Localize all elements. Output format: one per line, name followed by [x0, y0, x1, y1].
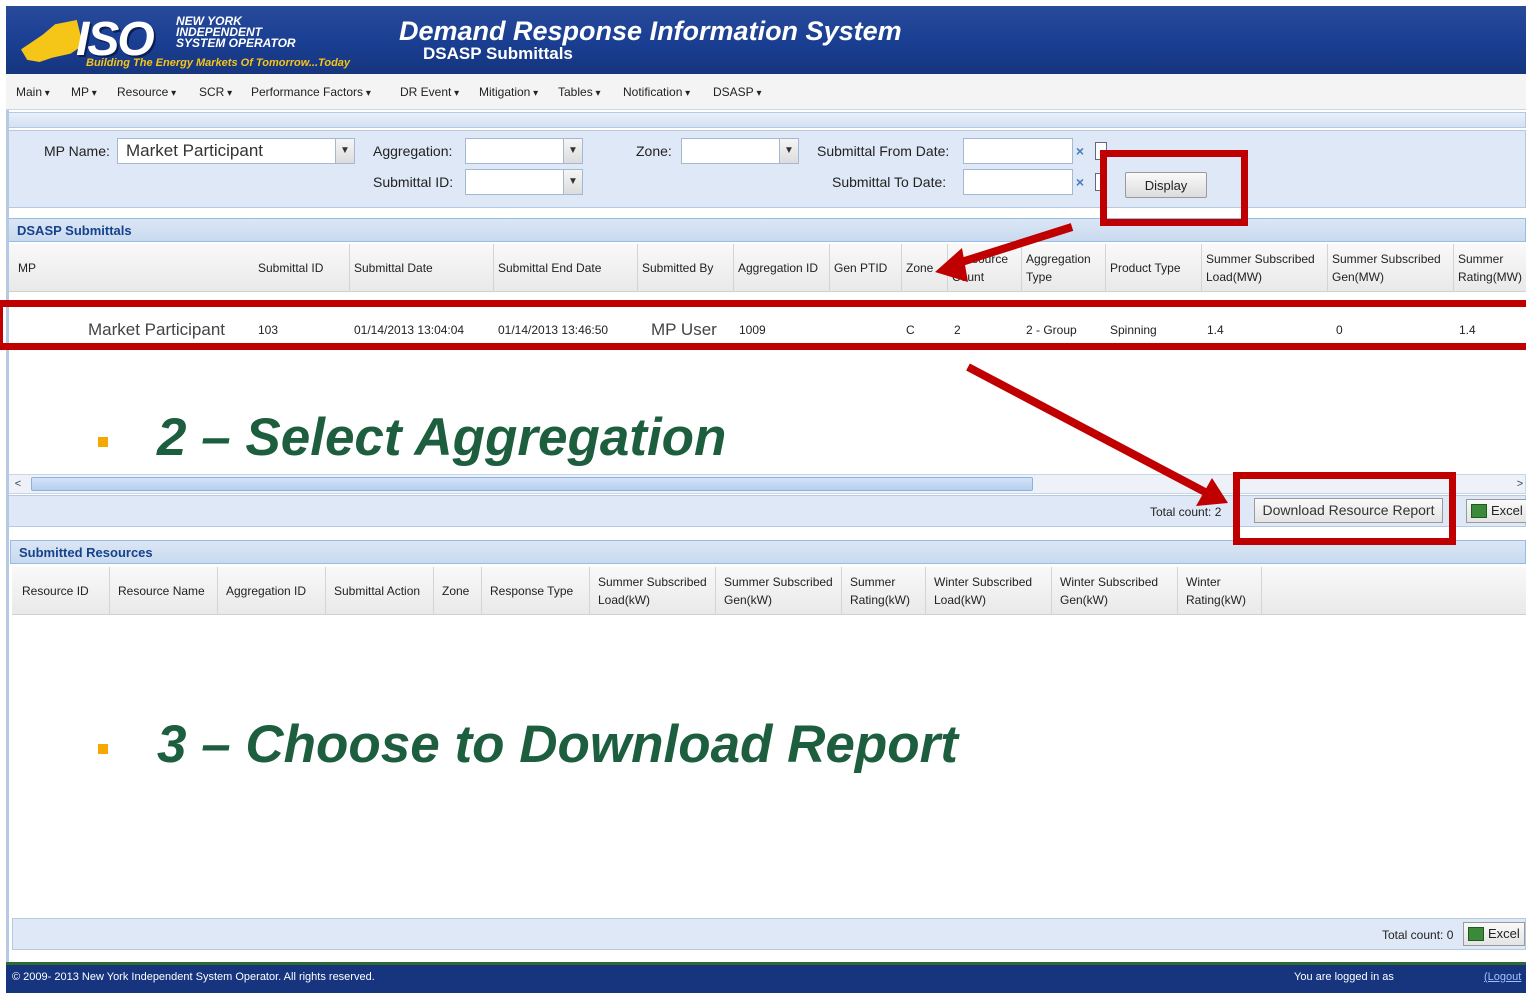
arrow-to-row — [950, 223, 1074, 269]
bullet-icon — [98, 744, 108, 754]
callout-step3: 3 – Choose to Download Report — [157, 715, 958, 774]
footer: © 2009- 2013 New York Independent System… — [6, 962, 1526, 993]
bullet-icon — [98, 437, 108, 447]
callout-arrows — [935, 223, 1228, 506]
logged-in-text: You are logged in as — [1294, 971, 1394, 983]
arrow-to-download — [966, 363, 1207, 496]
callout-step2: 2 – Select Aggregation — [157, 408, 727, 467]
copyright-text: © 2009- 2013 New York Independent System… — [12, 971, 375, 983]
arrow-to-row-head — [935, 248, 968, 282]
logout-link[interactable]: (Logout — [1484, 971, 1521, 983]
